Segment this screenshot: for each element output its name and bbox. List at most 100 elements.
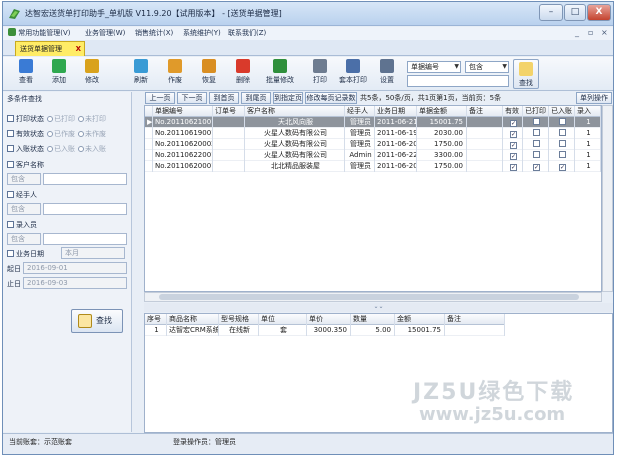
unchecked-icon[interactable] bbox=[533, 140, 540, 147]
end-date-input[interactable]: 2016-09-03 bbox=[23, 277, 127, 289]
filter-find-button[interactable]: 查找 bbox=[71, 309, 123, 333]
next-page-button[interactable]: 下一页 bbox=[177, 92, 207, 104]
unchecked-icon[interactable] bbox=[533, 118, 540, 125]
cell-valid[interactable]: ✓ bbox=[503, 161, 523, 172]
entry-status-filter[interactable]: 入账状态 已入账 未入账 bbox=[7, 144, 106, 154]
menu-contact[interactable]: 联系我们(Z) bbox=[228, 28, 266, 38]
detail-col-amount[interactable]: 金额 bbox=[395, 314, 445, 325]
menu-business[interactable]: 业务管理(W) bbox=[85, 28, 125, 38]
unchecked-icon[interactable] bbox=[533, 151, 540, 158]
menu-system[interactable]: 系统维护(Y) bbox=[183, 28, 221, 38]
voided-radio[interactable] bbox=[47, 131, 53, 137]
valid-status-checkbox[interactable] bbox=[7, 130, 14, 137]
cell-valid[interactable]: ✓ bbox=[503, 139, 523, 150]
date-checkbox[interactable] bbox=[7, 250, 14, 257]
detail-col-remark[interactable]: 备注 bbox=[445, 314, 505, 325]
cell-entered[interactable] bbox=[549, 128, 575, 139]
search-field-select[interactable]: 单据编号 ▼ bbox=[407, 61, 461, 73]
checked-icon[interactable]: ✓ bbox=[510, 131, 517, 138]
col-amount[interactable]: 单据金额 bbox=[417, 106, 467, 117]
first-page-button[interactable]: 到首页 bbox=[209, 92, 239, 104]
handler-checkbox[interactable] bbox=[7, 191, 14, 198]
cell-valid[interactable]: ✓ bbox=[503, 150, 523, 161]
entry-status-checkbox[interactable] bbox=[7, 145, 14, 152]
detail-col-qty[interactable]: 数量 bbox=[351, 314, 395, 325]
cell-entered[interactable] bbox=[549, 139, 575, 150]
handler-filter[interactable]: 经手人 bbox=[7, 190, 37, 200]
customer-filter[interactable]: 客户名称 bbox=[7, 160, 44, 170]
col-doc-no[interactable]: 单据编号 bbox=[153, 106, 213, 117]
cell-printed[interactable] bbox=[523, 117, 549, 128]
menu-sales-stats[interactable]: 销售统计(X) bbox=[135, 28, 173, 38]
cell-printed[interactable]: ✓ bbox=[523, 161, 549, 172]
cell-valid[interactable]: ✓ bbox=[503, 117, 523, 128]
minimize-button[interactable]: – bbox=[539, 4, 563, 21]
cell-printed[interactable] bbox=[523, 128, 549, 139]
handler-input[interactable] bbox=[43, 203, 127, 215]
detail-col-model[interactable]: 型号规格 bbox=[219, 314, 259, 325]
cell-printed[interactable] bbox=[523, 150, 549, 161]
table-row[interactable]: No.20110619001 火星人数码有限公司 管理员 2011-06-19 2030… bbox=[145, 128, 601, 139]
print-status-filter[interactable]: 打印状态 已打印 未打印 bbox=[7, 114, 106, 124]
checked-icon[interactable]: ✓ bbox=[510, 164, 517, 171]
single-column-button[interactable]: 单列操作 bbox=[576, 92, 612, 104]
cell-entered[interactable]: ✓ bbox=[549, 161, 575, 172]
menu-common[interactable]: 常用功能管理(V) bbox=[8, 28, 71, 38]
valid-status-filter[interactable]: 有效状态 已作废 未作废 bbox=[7, 129, 106, 139]
col-recorder[interactable]: 录入 bbox=[575, 106, 601, 117]
checked-icon[interactable]: ✓ bbox=[510, 120, 517, 127]
cell-printed[interactable] bbox=[523, 139, 549, 150]
mdi-restore-icon[interactable]: ▫ bbox=[588, 28, 593, 37]
detail-col-price[interactable]: 单价 bbox=[307, 314, 351, 325]
tab-delivery-docs[interactable]: 送货单据管理 X bbox=[15, 41, 85, 56]
set-print-button[interactable]: 套本打印 bbox=[336, 59, 370, 89]
not-voided-radio[interactable] bbox=[78, 131, 84, 137]
mdi-close-icon[interactable]: × bbox=[601, 28, 608, 37]
checked-icon[interactable]: ✓ bbox=[533, 164, 540, 171]
recorder-checkbox[interactable] bbox=[7, 221, 14, 228]
recorder-filter[interactable]: 录入员 bbox=[7, 220, 37, 230]
restore-button[interactable]: 恢复 bbox=[194, 59, 224, 89]
unchecked-icon[interactable] bbox=[559, 151, 566, 158]
handler-mode-select[interactable]: 包含 bbox=[7, 203, 41, 215]
table-row[interactable]: No.20110620001 北北精品服装屋 管理员 2011-06-20 1750.0… bbox=[145, 161, 601, 172]
col-printed[interactable]: 已打印 bbox=[523, 106, 549, 117]
cell-valid[interactable]: ✓ bbox=[503, 128, 523, 139]
page-size-button[interactable]: 修改每页记录数 bbox=[305, 92, 357, 104]
row-selector[interactable] bbox=[145, 161, 153, 172]
not-entered-radio[interactable] bbox=[78, 146, 84, 152]
scrollbar-thumb[interactable] bbox=[159, 294, 579, 300]
customer-checkbox[interactable] bbox=[7, 161, 14, 168]
col-customer[interactable]: 客户名称 bbox=[245, 106, 345, 117]
checked-icon[interactable]: ✓ bbox=[559, 164, 566, 171]
search-button[interactable]: 查找 bbox=[513, 59, 539, 89]
unprinted-radio[interactable] bbox=[78, 116, 84, 122]
close-button[interactable]: X bbox=[587, 4, 611, 21]
maximize-button[interactable]: □ bbox=[564, 4, 586, 21]
unchecked-icon[interactable] bbox=[559, 140, 566, 147]
col-valid[interactable]: 有效 bbox=[503, 106, 523, 117]
entered-radio[interactable] bbox=[47, 146, 53, 152]
row-selector[interactable] bbox=[145, 150, 153, 161]
goto-page-button[interactable]: 到指定页 bbox=[273, 92, 303, 104]
search-mode-select[interactable]: 包含 ▼ bbox=[465, 61, 509, 73]
table-horizontal-scrollbar[interactable] bbox=[144, 292, 602, 302]
recorder-input[interactable] bbox=[43, 233, 127, 245]
unchecked-icon[interactable] bbox=[559, 118, 566, 125]
unchecked-icon[interactable] bbox=[533, 129, 540, 136]
void-button[interactable]: 作废 bbox=[160, 59, 190, 89]
row-selector[interactable] bbox=[145, 128, 153, 139]
row-selector[interactable] bbox=[145, 139, 153, 150]
checked-icon[interactable]: ✓ bbox=[510, 142, 517, 149]
table-row[interactable]: No.20110622001 火星人数码有限公司 Admin 2011-06-22 33… bbox=[145, 150, 601, 161]
print-status-checkbox[interactable] bbox=[7, 115, 14, 122]
refresh-button[interactable]: 刷新 bbox=[126, 59, 156, 89]
recorder-mode-select[interactable]: 包含 bbox=[7, 233, 41, 245]
delete-button[interactable]: 删除 bbox=[228, 59, 258, 89]
date-range-select[interactable]: 本月 bbox=[61, 247, 125, 259]
detail-col-index[interactable]: 序号 bbox=[145, 314, 167, 325]
prev-page-button[interactable]: 上一页 bbox=[145, 92, 175, 104]
batch-edit-button[interactable]: 批量修改 bbox=[262, 59, 298, 89]
row-selector[interactable]: ▶ bbox=[145, 117, 153, 128]
mdi-minimize-icon[interactable]: _ bbox=[575, 28, 579, 37]
